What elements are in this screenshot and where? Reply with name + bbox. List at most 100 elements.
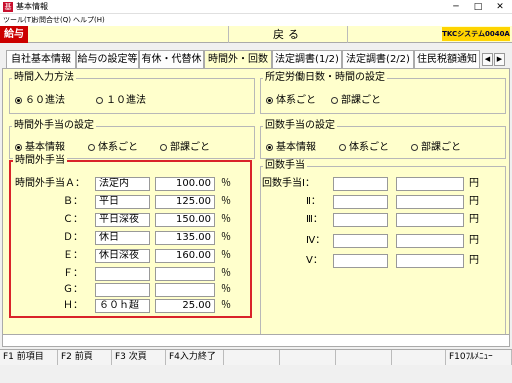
ot-row-h-name[interactable]: ６０ｈ超 [95,299,150,313]
radio-ot-basic[interactable]: 基本情報 [15,138,65,153]
count-row-3-amount[interactable] [396,213,464,227]
ot-row-f-unit: ％ [221,268,231,279]
radio-ot-dept[interactable]: 部課ごと [160,138,210,153]
maximize-button[interactable]: □ [468,0,488,14]
app-icon: 基 [3,2,13,12]
ot-row-e-label: Ｅ： [63,250,83,261]
radio-count-dept[interactable]: 部課ごと [411,138,461,153]
count-allowance-group: 回数手当 [260,159,506,340]
ot-row-c-unit: ％ [221,214,231,225]
time-input-title: 時間入力方法 [12,71,76,85]
count-row-3-label: Ⅲ： [306,214,323,225]
tab-paid-leave[interactable]: 有休・代替休 [139,50,204,68]
count-allowance-title: 回数手当 [263,159,307,173]
ot-row-f-label: Ｆ： [63,268,83,279]
count-row-1-label: 回数手当Ⅰ： [262,178,315,189]
ot-row-h-label: Ｈ： [63,300,83,311]
function-key-bar: F1 前項目 F2 前頁 F3 次頁 F4入力終了 F10ﾌﾙﾒﾆｭｰ [0,349,512,366]
tab-overtime[interactable]: 時間外・回数 [204,50,272,69]
ot-row-g-unit: ％ [221,284,231,295]
f10-full-menu-button[interactable]: F10ﾌﾙﾒﾆｭｰ [446,350,512,366]
tab-statutory-1[interactable]: 法定調書(1/2) [272,50,342,68]
tab-scroll-left-icon[interactable]: ◀ [482,53,493,66]
radio-count-system[interactable]: 体系ごと [339,138,389,153]
count-row-2-name[interactable] [333,195,388,209]
f8-button[interactable] [392,350,446,366]
radio-dot-icon [266,143,273,151]
radio-dot-icon [15,143,22,151]
radio-prescribed-dept[interactable]: 部課ごと [331,91,381,106]
count-row-4-name[interactable] [333,234,388,248]
ot-row-d-name[interactable]: 休日 [95,231,150,245]
ot-row-c-name[interactable]: 平日深夜 [95,213,150,227]
count-row-4-amount[interactable] [396,234,464,248]
minimize-button[interactable]: ─ [446,0,466,14]
close-button[interactable]: ✕ [490,0,510,14]
radio-dot-icon [331,96,338,104]
f1-prev-item-button[interactable]: F1 前項目 [0,350,58,366]
ot-row-b-rate[interactable]: 125.00 [155,195,215,209]
tab-pay-settings[interactable]: 給与の設定等 [76,50,139,68]
ot-row-f-name[interactable] [95,267,150,281]
f3-next-page-button[interactable]: F3 次頁 [112,350,166,366]
ot-row-g-rate[interactable] [155,283,215,297]
ot-row-d-rate[interactable]: 135.00 [155,231,215,245]
count-row-5-name[interactable] [333,254,388,268]
f2-prev-page-button[interactable]: F2 前頁 [58,350,112,366]
radio-count-basic[interactable]: 基本情報 [266,138,316,153]
menu-tools[interactable]: ツール(T) [3,15,34,25]
radio-decimal[interactable]: １０進法 [96,91,146,106]
ot-row-f-rate[interactable] [155,267,215,281]
ot-row-g-name[interactable] [95,283,150,297]
menu-help[interactable]: ヘルプ(H) [73,15,105,25]
count-row-1-amount[interactable] [396,177,464,191]
count-row-2-amount[interactable] [396,195,464,209]
ot-row-e-rate[interactable]: 160.00 [155,249,215,263]
f4-end-input-button[interactable]: F4入力終了 [166,350,224,366]
ot-row-a-label: 時間外手当Ａ： [15,178,85,189]
menu-inquiry[interactable]: お問合せ(Q) [32,15,71,25]
tab-resident-tax[interactable]: 住民税額通知 [414,50,480,68]
ot-row-e-unit: ％ [221,250,231,261]
ot-row-a-name[interactable]: 法定内 [95,177,150,191]
tab-company-info[interactable]: 自社基本情報 [6,50,76,68]
ot-row-c-rate[interactable]: 150.00 [155,213,215,227]
radio-prescribed-system[interactable]: 体系ごと [266,91,316,106]
tab-statutory-2[interactable]: 法定調書(2/2) [342,50,414,68]
count-row-1-unit: 円 [469,178,479,189]
count-row-5-unit: 円 [469,255,479,266]
overtime-allowance-title: 時間外手当 [13,154,67,168]
ot-row-e-name[interactable]: 休日深夜 [95,249,150,263]
count-row-4-unit: 円 [469,235,479,246]
menu-bar: ツール(T) お問合せ(Q) ヘルプ(H) [0,14,512,26]
count-row-1-name[interactable] [333,177,388,191]
ot-row-c-label: Ｃ： [63,214,83,225]
ot-row-h-rate[interactable]: 25.00 [155,299,215,313]
ot-row-b-name[interactable]: 平日 [95,195,150,209]
count-row-5-amount[interactable] [396,254,464,268]
window-title: 基本情報 [16,2,48,11]
ot-row-b-unit: ％ [221,196,231,207]
f5-button[interactable] [224,350,280,366]
radio-ot-system[interactable]: 体系ごと [88,138,138,153]
tab-scroll-right-icon[interactable]: ▶ [494,53,505,66]
ot-row-a-rate[interactable]: 100.00 [155,177,215,191]
count-row-2-label: Ⅱ： [306,196,321,207]
radio-sexagesimal[interactable]: ６０進法 [15,91,65,106]
time-input-group: 時間入力方法 ６０進法 １０進法 [9,71,255,114]
radio-dot-icon [411,143,418,151]
f6-button[interactable] [280,350,336,366]
overtime-setting-title: 時間外手当の設定 [12,119,96,133]
count-row-3-name[interactable] [333,213,388,227]
status-line [2,334,510,347]
module-tag: 給与 [0,26,28,43]
brand-logo: TKCシステム0040A [442,27,510,41]
ot-row-d-label: Ｄ： [63,232,83,243]
count-row-4-label: Ⅳ： [306,235,326,246]
prescribed-group: 所定労働日数・時間の設定 体系ごと 部課ごと [260,71,506,114]
prescribed-title: 所定労働日数・時間の設定 [263,71,387,85]
tab-bar: 自社基本情報 給与の設定等 有休・代替休 時間外・回数 法定調書(1/2) 法定… [0,50,512,69]
f7-button[interactable] [336,350,392,366]
ot-row-b-label: Ｂ： [63,196,83,207]
back-button[interactable]: 戻る [228,26,348,43]
